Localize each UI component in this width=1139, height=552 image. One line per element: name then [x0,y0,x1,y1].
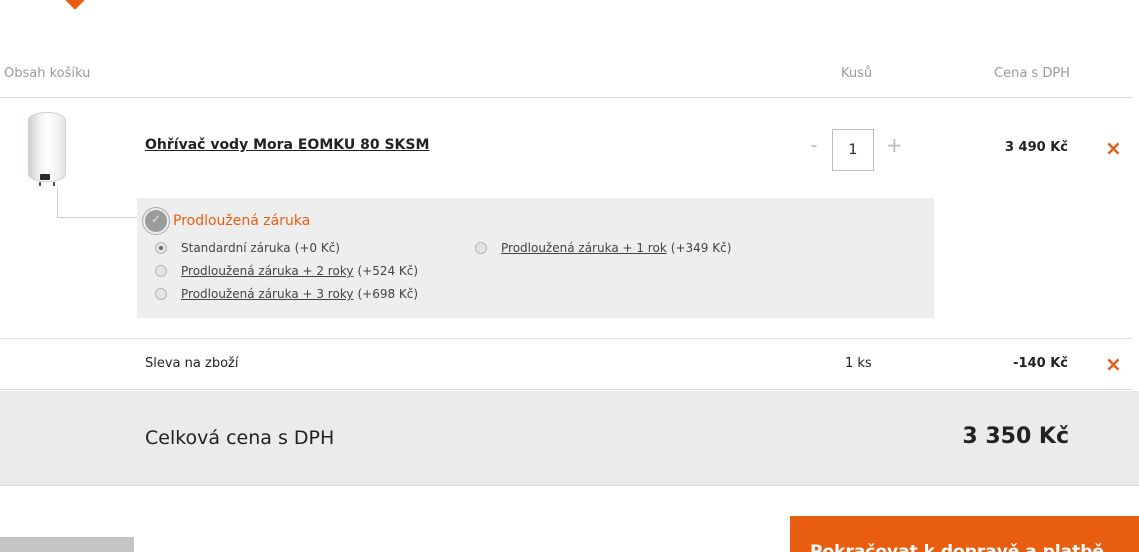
warranty-option-price: (+349 Kč) [670,241,732,255]
warranty-option-standard[interactable]: Standardní záruka (+0 Kč) [155,241,340,255]
total-summary-bar: Celková cena s DPH 3 350 Kč [0,391,1139,486]
warranty-option-link[interactable]: Prodloužená záruka + 1 rok [501,241,667,255]
discount-quantity: 1 ks [845,356,872,371]
warranty-option-link[interactable]: Prodloužená záruka + 3 roky [181,287,353,301]
header-cart-content: Obsah košíku [4,66,91,81]
warranty-option-price: (+524 Kč) [357,264,419,278]
quantity-input[interactable]: 1 [832,129,874,171]
qty-decrease-button[interactable]: - [806,133,822,157]
warranty-options-panel: Prodloužená záruka Standardní záruka (+0… [137,198,934,318]
continue-to-shipping-button[interactable]: Pokračovat k dopravě a platbě [790,516,1139,552]
warranty-badge-icon [145,210,167,232]
warranty-option-1-year[interactable]: Prodloužená záruka + 1 rok (+349 Kč) [475,241,731,255]
radio-3-years[interactable] [155,288,167,300]
warranty-title-text: Prodloužená záruka [173,213,311,229]
product-image[interactable] [26,108,68,186]
discount-label: Sleva na zboží [145,356,239,371]
warranty-option-label: Standardní záruka [181,241,291,255]
radio-standard[interactable] [155,242,167,254]
back-button[interactable] [0,537,134,552]
warranty-title: Prodloužená záruka [145,210,310,232]
radio-2-years[interactable] [155,265,167,277]
product-name-link[interactable]: Ohřívač vody Mora EOMKU 80 SKSM [145,137,429,153]
total-value: 3 350 Kč [962,424,1069,449]
total-label: Celková cena s DPH [145,427,335,449]
header-divider [0,97,1133,98]
warranty-option-3-years[interactable]: Prodloužená záruka + 3 roky (+698 Kč) [155,287,418,301]
product-price: 3 490 Kč [1004,140,1068,155]
remove-product-icon[interactable]: × [1105,138,1122,158]
radio-1-year[interactable] [475,242,487,254]
step-indicator-arrow [62,0,88,10]
warranty-option-price: (+0 Kč) [294,241,340,255]
warranty-option-price: (+698 Kč) [357,287,419,301]
cart-table-header: Obsah košíku Kusů Cena s DPH [0,66,1139,86]
discount-price: -140 Kč [1013,356,1068,371]
header-price: Cena s DPH [994,66,1070,81]
qty-increase-button[interactable]: + [886,133,903,157]
warranty-connector-line [57,188,58,218]
remove-discount-icon[interactable]: × [1105,354,1122,374]
row-divider [0,389,1133,390]
warranty-option-link[interactable]: Prodloužená záruka + 2 roky [181,264,353,278]
row-divider [0,338,1133,339]
header-quantity: Kusů [841,66,873,81]
warranty-option-2-years[interactable]: Prodloužená záruka + 2 roky (+524 Kč) [155,264,418,278]
